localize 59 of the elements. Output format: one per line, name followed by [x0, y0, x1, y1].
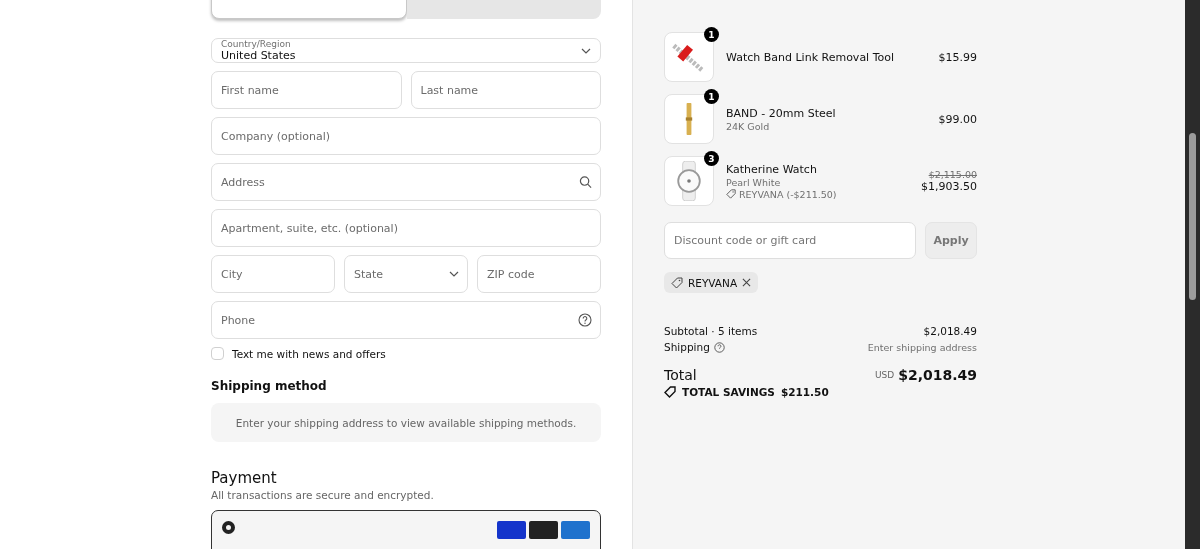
chevron-down-icon [581, 47, 591, 54]
field-label: Country/Region [221, 39, 292, 49]
tag-icon [671, 276, 683, 289]
input-field[interactable]: First name [211, 71, 402, 109]
input-field[interactable]: Address [211, 163, 601, 201]
savings-value: $211.50 [780, 386, 829, 398]
product-variant: 24K Gold [726, 120, 771, 132]
checkbox-label: Text me with news and offers [232, 347, 386, 360]
product-variant: Pearl White [726, 176, 782, 188]
input-field[interactable]: Last name [410, 71, 601, 109]
product-name: Watch Band Link Removal Tool [726, 50, 896, 64]
chevron-down-icon [449, 271, 459, 277]
input-field[interactable]: City [211, 255, 335, 293]
close-icon[interactable] [742, 278, 752, 287]
checkbox[interactable] [211, 347, 224, 360]
discount-label: REYVANA (-$211.50) [739, 188, 837, 200]
tag-icon [726, 189, 736, 199]
state-select[interactable]: State [344, 255, 468, 293]
input-field[interactable]: ZIP code [477, 255, 601, 293]
section-heading: Shipping method [211, 379, 328, 393]
radio-button[interactable] [222, 521, 235, 534]
total-value: $2,018.49 [898, 367, 977, 383]
apply-button[interactable]: Apply [925, 222, 977, 259]
help-icon [713, 341, 725, 353]
subtotal-label: Subtotal · 5 items [664, 325, 758, 337]
country-select[interactable]: Country/Region United States [211, 38, 601, 63]
field-value: United States [221, 49, 297, 62]
subtotal-value: $2,018.49 [923, 325, 977, 337]
card-logo-icon [529, 521, 558, 539]
shipping-value: Enter shipping address [867, 341, 977, 353]
quantity-badge: 1 [704, 89, 719, 104]
discount-code: REYVANA [688, 276, 738, 289]
search-icon [579, 175, 592, 189]
card-logo-icon [561, 521, 590, 539]
scrollbar[interactable] [1185, 0, 1200, 549]
product-name: BAND - 20mm Steel [726, 106, 837, 120]
shipping-label: Shipping [664, 341, 710, 353]
quantity-badge: 1 [704, 27, 719, 42]
quantity-badge: 3 [704, 151, 719, 166]
input-field[interactable]: Apartment, suite, etc. (optional) [211, 209, 601, 247]
help-icon [578, 313, 592, 327]
shipping-notice: Enter your shipping address to view available shipping methods. [211, 403, 601, 442]
price: $1,903.50 [921, 180, 977, 193]
original-price: $2,115.00 [928, 169, 977, 180]
price: $15.99 [938, 50, 977, 64]
card-logo-icon [497, 521, 526, 539]
currency-code: USD [874, 370, 895, 380]
product-name: Katherine Watch [726, 162, 818, 176]
savings-label: TOTAL SAVINGS [682, 386, 775, 398]
discount-field[interactable]: Discount code or gift card [664, 222, 916, 259]
section-heading: Payment [211, 469, 278, 487]
payment-method-option[interactable] [211, 510, 601, 549]
scrollbar-thumb[interactable] [1189, 133, 1196, 300]
total-label: Total [664, 367, 697, 383]
input-field[interactable]: Phone [211, 301, 601, 339]
section-subtitle: All transactions are secure and encrypted. [211, 489, 435, 501]
input-field[interactable]: Company (optional) [211, 117, 601, 155]
tag-icon [664, 386, 676, 398]
price: $99.00 [938, 112, 977, 126]
